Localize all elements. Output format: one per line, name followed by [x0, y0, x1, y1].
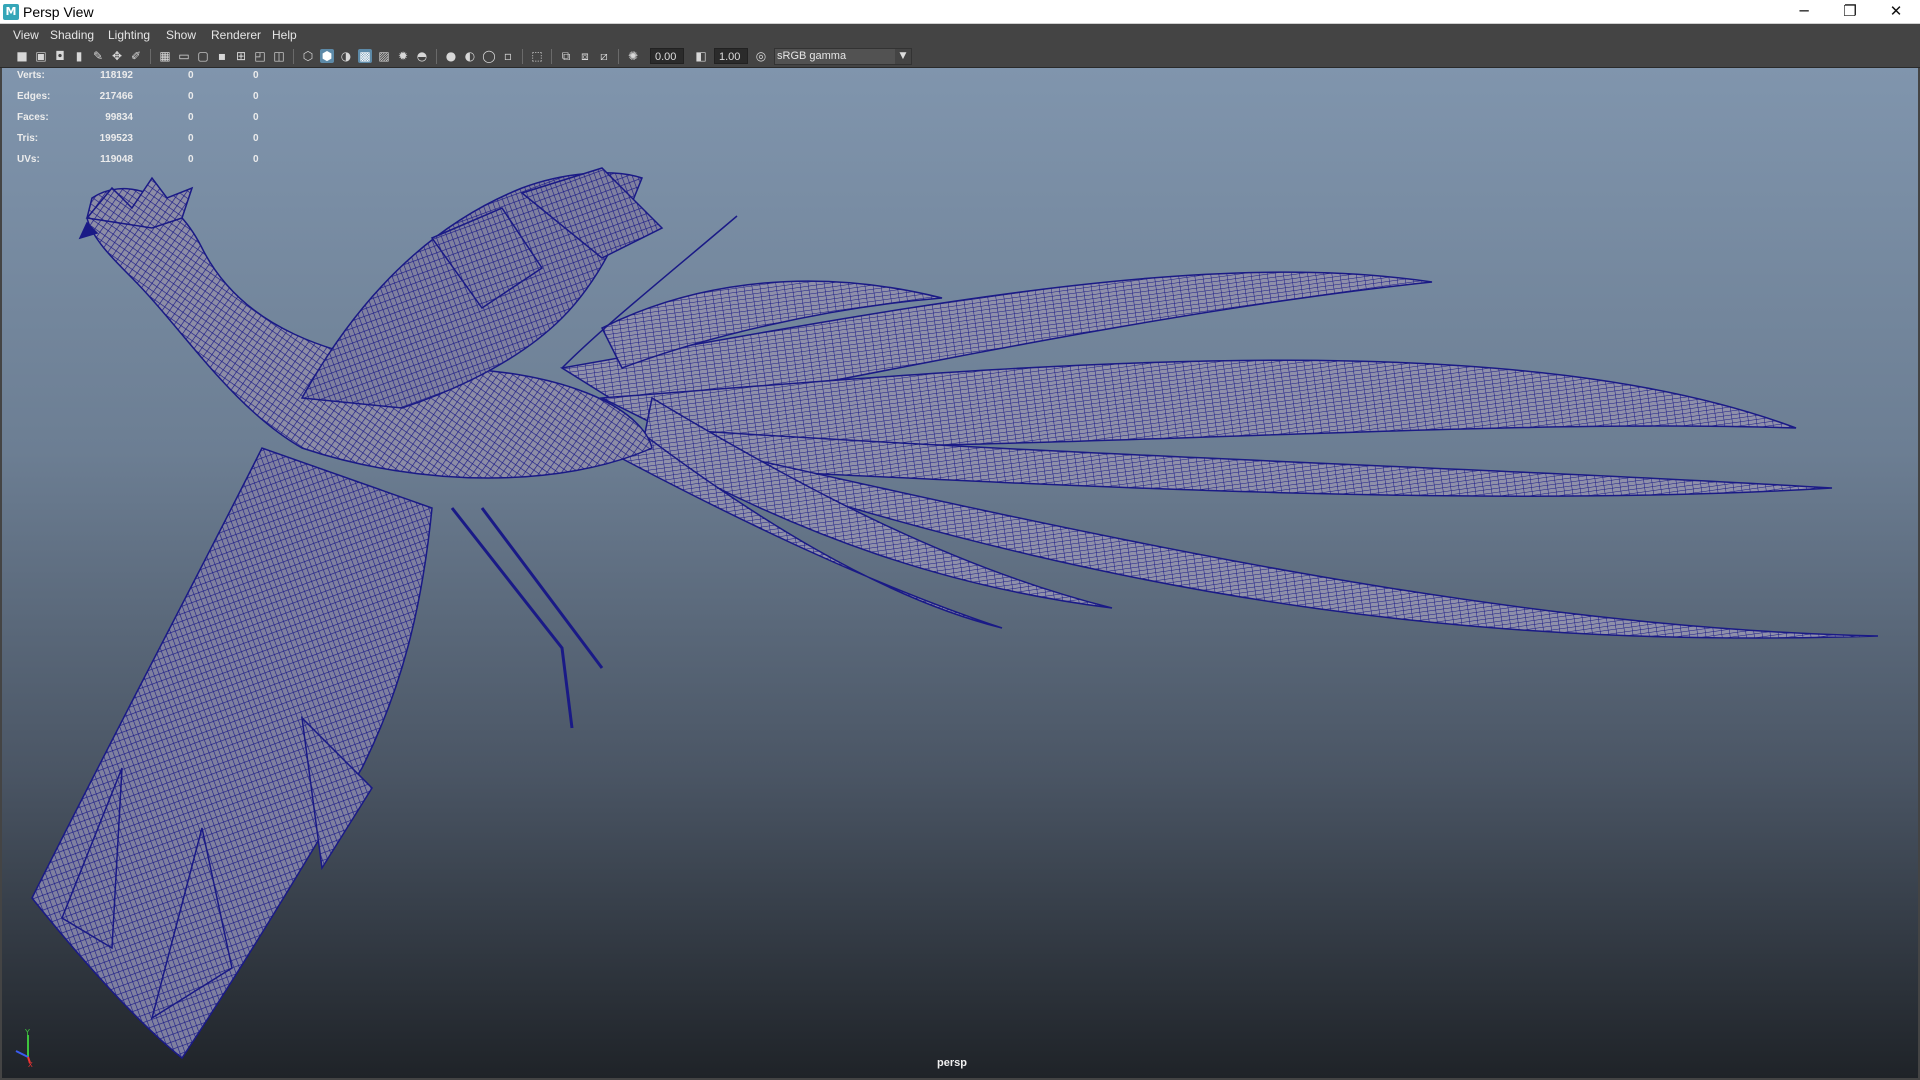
- hud-value: 0: [253, 70, 259, 81]
- hud-value: 0: [188, 70, 194, 81]
- menu-view[interactable]: View: [13, 28, 39, 42]
- anti-aliasing-icon[interactable]: ◯: [482, 49, 496, 63]
- grease-pencil-icon[interactable]: ✎: [91, 49, 105, 63]
- hud-value: 118192: [100, 70, 133, 81]
- phoenix-wireframe-model: [31, 167, 1879, 1060]
- bookmark-icon[interactable]: ◘: [53, 49, 67, 63]
- gamma-field[interactable]: 1.00: [714, 48, 748, 64]
- depth-of-field-icon[interactable]: ▫: [501, 49, 515, 63]
- color-space-label: sRGB gamma: [777, 50, 847, 62]
- lights-icon[interactable]: ✹: [396, 49, 410, 63]
- axis-y-label: Y: [24, 1028, 30, 1037]
- menu-show[interactable]: Show: [166, 28, 196, 42]
- panel-menu-bar: View Shading Lighting Show Renderer Help: [0, 24, 1920, 46]
- chevron-down-icon: ▼: [895, 49, 911, 64]
- panel-toolbar: ■ ▣ ◘ ▮ ✎ ✥ ✐ ▦ ▭ ▢ ▪ ⊞ ◰ ◫ ⬡ ⬢ ◑ ▩ ▨ ✹ …: [0, 46, 1920, 68]
- camera-select-icon[interactable]: ■: [15, 49, 29, 63]
- hud-value: 0: [188, 112, 194, 123]
- menu-lighting[interactable]: Lighting: [108, 28, 150, 42]
- color-management-icon[interactable]: ◎: [754, 49, 768, 63]
- xray-joints-icon[interactable]: ⧈: [578, 49, 592, 63]
- menu-renderer[interactable]: Renderer: [211, 28, 261, 42]
- hud-value: 0: [188, 133, 194, 144]
- pencil-icon[interactable]: ✐: [129, 49, 143, 63]
- axis-x-label: X: [28, 1061, 33, 1067]
- maya-app-icon: M: [3, 4, 19, 20]
- hud-label: Tris:: [17, 133, 39, 144]
- smooth-shade-icon[interactable]: ⬢: [320, 49, 334, 63]
- axis-gizmo-icon: Y X: [15, 1028, 33, 1067]
- hud-label: Edges:: [17, 91, 51, 102]
- hud-label: Faces:: [17, 112, 49, 123]
- field-chart-icon[interactable]: ⊞: [234, 49, 248, 63]
- wireframe-icon[interactable]: ⬡: [301, 49, 315, 63]
- hud-value: 0: [253, 133, 259, 144]
- hud-label: UVs:: [17, 154, 40, 165]
- grid-icon[interactable]: ▦: [158, 49, 172, 63]
- exposure-field[interactable]: 0.00: [650, 48, 684, 64]
- hud-label: Verts:: [17, 70, 45, 81]
- hud-value: 0: [253, 91, 259, 102]
- film-gate-icon[interactable]: ▭: [177, 49, 191, 63]
- camera-name-label: persp: [937, 1057, 967, 1069]
- xray-icon[interactable]: ⧉: [559, 49, 573, 63]
- hud-value: 0: [253, 112, 259, 123]
- hud-value: 119048: [100, 154, 133, 165]
- title-bar: M Persp View ─ ❐ ✕: [0, 0, 1920, 24]
- close-button[interactable]: ✕: [1873, 0, 1919, 23]
- exposure-icon[interactable]: ✺: [626, 49, 640, 63]
- hud-value: 0: [188, 91, 194, 102]
- hud-value: 99834: [105, 112, 133, 123]
- shadows-icon[interactable]: ◓: [415, 49, 429, 63]
- xray-components-icon[interactable]: ⧄: [597, 49, 611, 63]
- 2d-pan-zoom-icon[interactable]: ✥: [110, 49, 124, 63]
- hud-value: 217466: [99, 91, 133, 102]
- safe-title-icon[interactable]: ◫: [272, 49, 286, 63]
- isolate-select-icon[interactable]: ⬚: [530, 49, 544, 63]
- ambient-occlusion-icon[interactable]: ●: [444, 49, 458, 63]
- textured-icon[interactable]: ▨: [377, 49, 391, 63]
- minimize-button[interactable]: ─: [1781, 0, 1827, 23]
- window-title: Persp View: [23, 4, 94, 20]
- hud-value: 199523: [99, 133, 133, 144]
- color-space-dropdown[interactable]: sRGB gamma ▼: [774, 48, 912, 65]
- restore-button[interactable]: ❐: [1827, 0, 1873, 23]
- menu-help[interactable]: Help: [272, 28, 297, 42]
- gamma-icon[interactable]: ◧: [694, 49, 708, 63]
- safe-action-icon[interactable]: ◰: [253, 49, 267, 63]
- hud-value: 0: [253, 154, 259, 165]
- camera-attributes-icon[interactable]: ▣: [34, 49, 48, 63]
- wireframe-on-shaded-icon[interactable]: ▩: [358, 49, 372, 63]
- hud-value: 0: [188, 154, 194, 165]
- menu-shading[interactable]: Shading: [50, 28, 94, 42]
- default-material-icon[interactable]: ◑: [339, 49, 353, 63]
- gate-mask-icon[interactable]: ▪: [215, 49, 229, 63]
- motion-blur-icon[interactable]: ◐: [463, 49, 477, 63]
- image-plane-icon[interactable]: ▮: [72, 49, 86, 63]
- perspective-viewport[interactable]: Verts: 118192 0 0 Edges: 217466 0 0 Face…: [2, 68, 1918, 1078]
- resolution-gate-icon[interactable]: ▢: [196, 49, 210, 63]
